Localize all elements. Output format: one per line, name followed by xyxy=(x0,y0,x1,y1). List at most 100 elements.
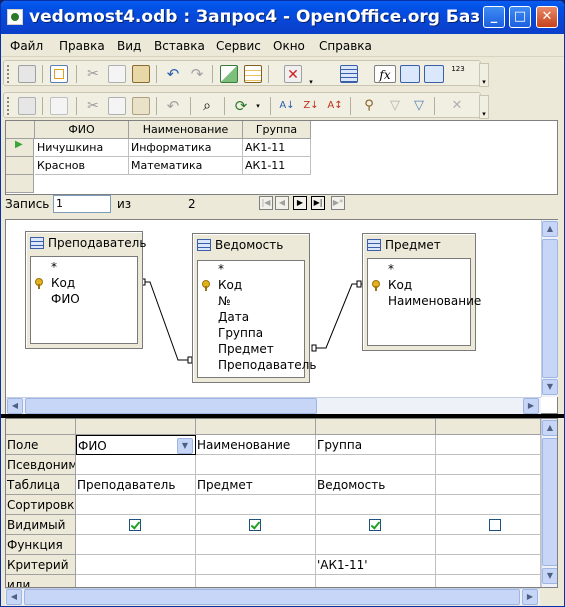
undo-icon[interactable]: ↶ xyxy=(164,65,182,83)
copy-icon[interactable] xyxy=(108,65,126,83)
chevron-down-icon[interactable]: ▼ xyxy=(177,438,193,454)
visible-checkbox[interactable] xyxy=(129,519,141,531)
alias-cell[interactable] xyxy=(76,455,196,475)
cut-icon[interactable]: ✂ xyxy=(84,65,102,83)
scroll-up-button[interactable]: ▲ xyxy=(542,221,558,237)
function-cell[interactable] xyxy=(436,535,541,555)
table-window-title[interactable]: Предмет xyxy=(363,234,475,256)
menu-edit[interactable]: Правка xyxy=(59,39,105,53)
field-item[interactable]: Дата xyxy=(198,309,249,325)
table-cell[interactable]: Ничушкина xyxy=(35,139,129,157)
table-cell[interactable]: АК1-11 xyxy=(243,139,311,157)
scroll-right-button[interactable]: ▶ xyxy=(523,398,539,414)
field-item[interactable]: * xyxy=(368,261,394,277)
field-cell[interactable]: Наименование xyxy=(196,435,316,455)
next-record-button[interactable]: ▶ xyxy=(293,196,307,210)
table-cell[interactable]: АК1-11 xyxy=(243,157,311,175)
table-cell[interactable] xyxy=(436,475,541,495)
save-record-icon[interactable] xyxy=(18,97,36,115)
table-cell[interactable]: Информатика xyxy=(129,139,243,157)
edit-data-icon[interactable] xyxy=(50,97,68,115)
scroll-thumb[interactable] xyxy=(24,589,520,605)
visible-checkbox[interactable] xyxy=(249,519,261,531)
table-cell[interactable]: Математика xyxy=(129,157,243,175)
scroll-up-button[interactable]: ▲ xyxy=(542,420,557,436)
table-window-title[interactable]: Преподаватель xyxy=(26,232,146,254)
toolbar-overflow-icon[interactable]: ▾ xyxy=(308,79,314,86)
field-item[interactable]: Наименование xyxy=(368,293,481,309)
field-item[interactable]: Код xyxy=(31,275,75,291)
visible-checkbox[interactable] xyxy=(369,519,381,531)
apply-filter-icon[interactable]: ▽ xyxy=(386,97,404,115)
sort-descending-icon[interactable]: Z↓ xyxy=(302,97,320,115)
menu-tools[interactable]: Сервис xyxy=(216,39,261,53)
row-header[interactable] xyxy=(6,157,34,175)
maximize-button[interactable]: □ xyxy=(509,6,531,28)
menu-file[interactable]: Файл xyxy=(10,39,43,53)
field-item[interactable]: Предмет xyxy=(198,341,274,357)
scroll-left-button[interactable]: ◀ xyxy=(6,589,22,605)
title-bar[interactable]: vedomost4.odb : Запрос4 - OpenOffice.org… xyxy=(1,1,564,34)
criterion-cell[interactable] xyxy=(76,555,196,575)
criterion-cell[interactable] xyxy=(196,555,316,575)
sort-cell[interactable] xyxy=(436,495,541,515)
relation-line[interactable] xyxy=(312,283,362,349)
toolbar-gripper[interactable] xyxy=(7,65,10,83)
visible-checkbox[interactable] xyxy=(489,519,501,531)
scroll-thumb[interactable] xyxy=(542,239,558,378)
column-header[interactable]: Наименование xyxy=(129,121,243,139)
last-record-button[interactable]: ▶| xyxy=(311,196,325,210)
autofilter-icon[interactable]: ⚲ xyxy=(360,97,378,115)
alias-cell[interactable] xyxy=(436,455,541,475)
column-header[interactable]: Группа xyxy=(243,121,311,139)
table-cell[interactable]: Краснов xyxy=(35,157,129,175)
row-header-new[interactable] xyxy=(6,175,34,193)
refresh-icon[interactable]: ⟳ xyxy=(232,97,250,115)
or-cell[interactable] xyxy=(196,575,316,587)
cut-icon[interactable]: ✂ xyxy=(84,97,102,115)
scroll-left-button[interactable]: ◀ xyxy=(7,398,23,414)
column-header[interactable] xyxy=(196,419,316,435)
run-query-icon[interactable] xyxy=(220,65,238,83)
field-item[interactable]: ФИО xyxy=(31,291,80,307)
or-cell[interactable] xyxy=(316,575,436,587)
field-cell[interactable]: Группа xyxy=(316,435,436,455)
previous-record-button[interactable]: ◀ xyxy=(275,196,289,210)
design-view-icon[interactable] xyxy=(244,65,262,83)
table-window-subject[interactable]: Предмет * Код Наименование xyxy=(362,233,481,351)
field-item[interactable]: Преподаватель xyxy=(198,357,316,373)
field-item[interactable]: * xyxy=(31,259,57,275)
column-header[interactable] xyxy=(436,419,541,435)
scroll-right-button[interactable]: ▶ xyxy=(522,589,538,605)
table-window-title[interactable]: Ведомость xyxy=(193,234,309,256)
criteria-vertical-scrollbar[interactable]: ▲ ▼ xyxy=(541,419,557,587)
paste-icon[interactable] xyxy=(132,97,150,115)
toolbar-gripper[interactable] xyxy=(7,97,10,115)
scroll-thumb[interactable] xyxy=(25,398,317,414)
toolbar-more-button[interactable]: ▾ xyxy=(479,63,489,87)
sort-cell[interactable] xyxy=(76,495,196,515)
scroll-thumb[interactable] xyxy=(542,438,557,566)
scroll-down-button[interactable]: ▼ xyxy=(542,379,558,395)
function-cell[interactable] xyxy=(76,535,196,555)
criterion-cell[interactable]: 'АК1-11' xyxy=(316,555,436,575)
criteria-horizontal-scrollbar[interactable]: ◀ ▶ xyxy=(5,588,540,605)
row-header-current[interactable]: ▶ xyxy=(6,139,34,157)
new-record-button[interactable]: ▶* xyxy=(331,196,345,210)
functions-icon[interactable]: fx xyxy=(374,65,396,83)
clear-query-icon[interactable]: ✕ xyxy=(284,65,302,83)
field-item[interactable]: Группа xyxy=(198,325,263,341)
field-cell[interactable] xyxy=(436,435,541,455)
close-button[interactable]: ✕ xyxy=(536,6,558,28)
sort-cell[interactable] xyxy=(316,495,436,515)
sort-ascending-icon[interactable]: A↓ xyxy=(278,97,296,115)
table-cell[interactable]: Предмет xyxy=(196,475,316,495)
column-header[interactable] xyxy=(316,419,436,435)
table-cell[interactable]: Преподаватель xyxy=(76,475,196,495)
scroll-down-button[interactable]: ▼ xyxy=(542,568,557,584)
minimize-button[interactable]: _ xyxy=(483,6,505,28)
distinct-values-icon[interactable]: 123 xyxy=(448,65,468,83)
alias-cell[interactable] xyxy=(196,455,316,475)
relation-line[interactable] xyxy=(140,281,188,361)
record-number-input[interactable]: 1 xyxy=(53,195,111,213)
